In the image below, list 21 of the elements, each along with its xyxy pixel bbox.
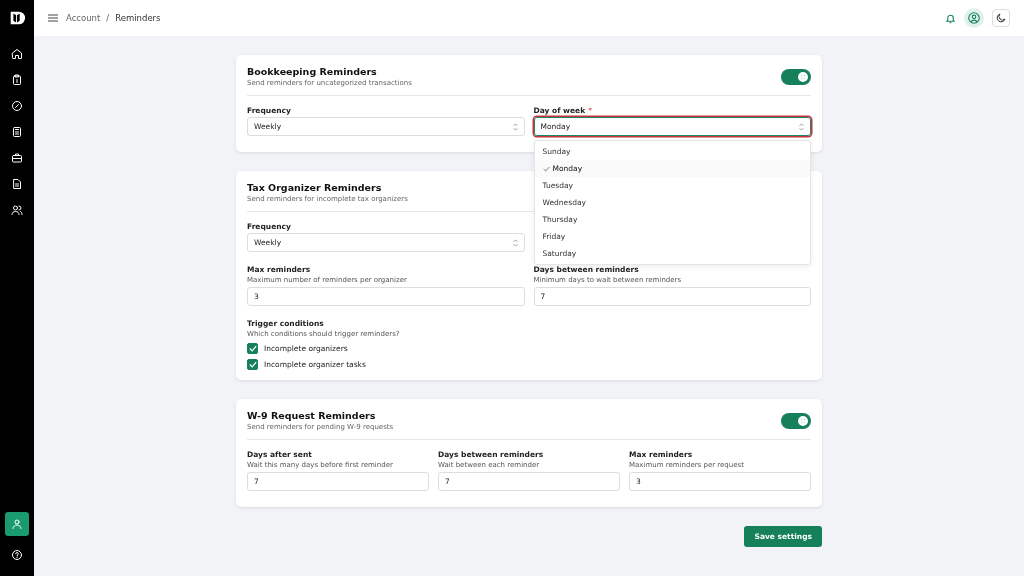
- card-title: Tax Organizer Reminders: [247, 182, 383, 193]
- check-icon: [542, 165, 550, 172]
- breadcrumb-current: Reminders: [115, 13, 161, 23]
- chevrons-icon: [512, 122, 518, 131]
- breadcrumb-link[interactable]: Account: [66, 13, 101, 23]
- bell-icon[interactable]: [945, 12, 956, 24]
- menu-icon[interactable]: [48, 14, 58, 22]
- chevrons-icon: [512, 238, 518, 247]
- card-title: Bookkeeping Reminders: [247, 66, 378, 77]
- logo-icon: [8, 9, 26, 27]
- checkbox[interactable]: [247, 343, 258, 354]
- user-icon[interactable]: [5, 512, 29, 536]
- card-title: W-9 Request Reminders: [247, 410, 377, 421]
- moon-icon: [995, 12, 1007, 24]
- chevrons-icon: [799, 122, 804, 131]
- dark-mode-button[interactable]: [992, 9, 1010, 27]
- toggle-switch[interactable]: [781, 68, 811, 85]
- toggle-switch[interactable]: [781, 412, 811, 429]
- checkbox[interactable]: [247, 359, 258, 370]
- account-button[interactable]: [964, 8, 984, 28]
- breadcrumb-separator: /: [106, 13, 110, 23]
